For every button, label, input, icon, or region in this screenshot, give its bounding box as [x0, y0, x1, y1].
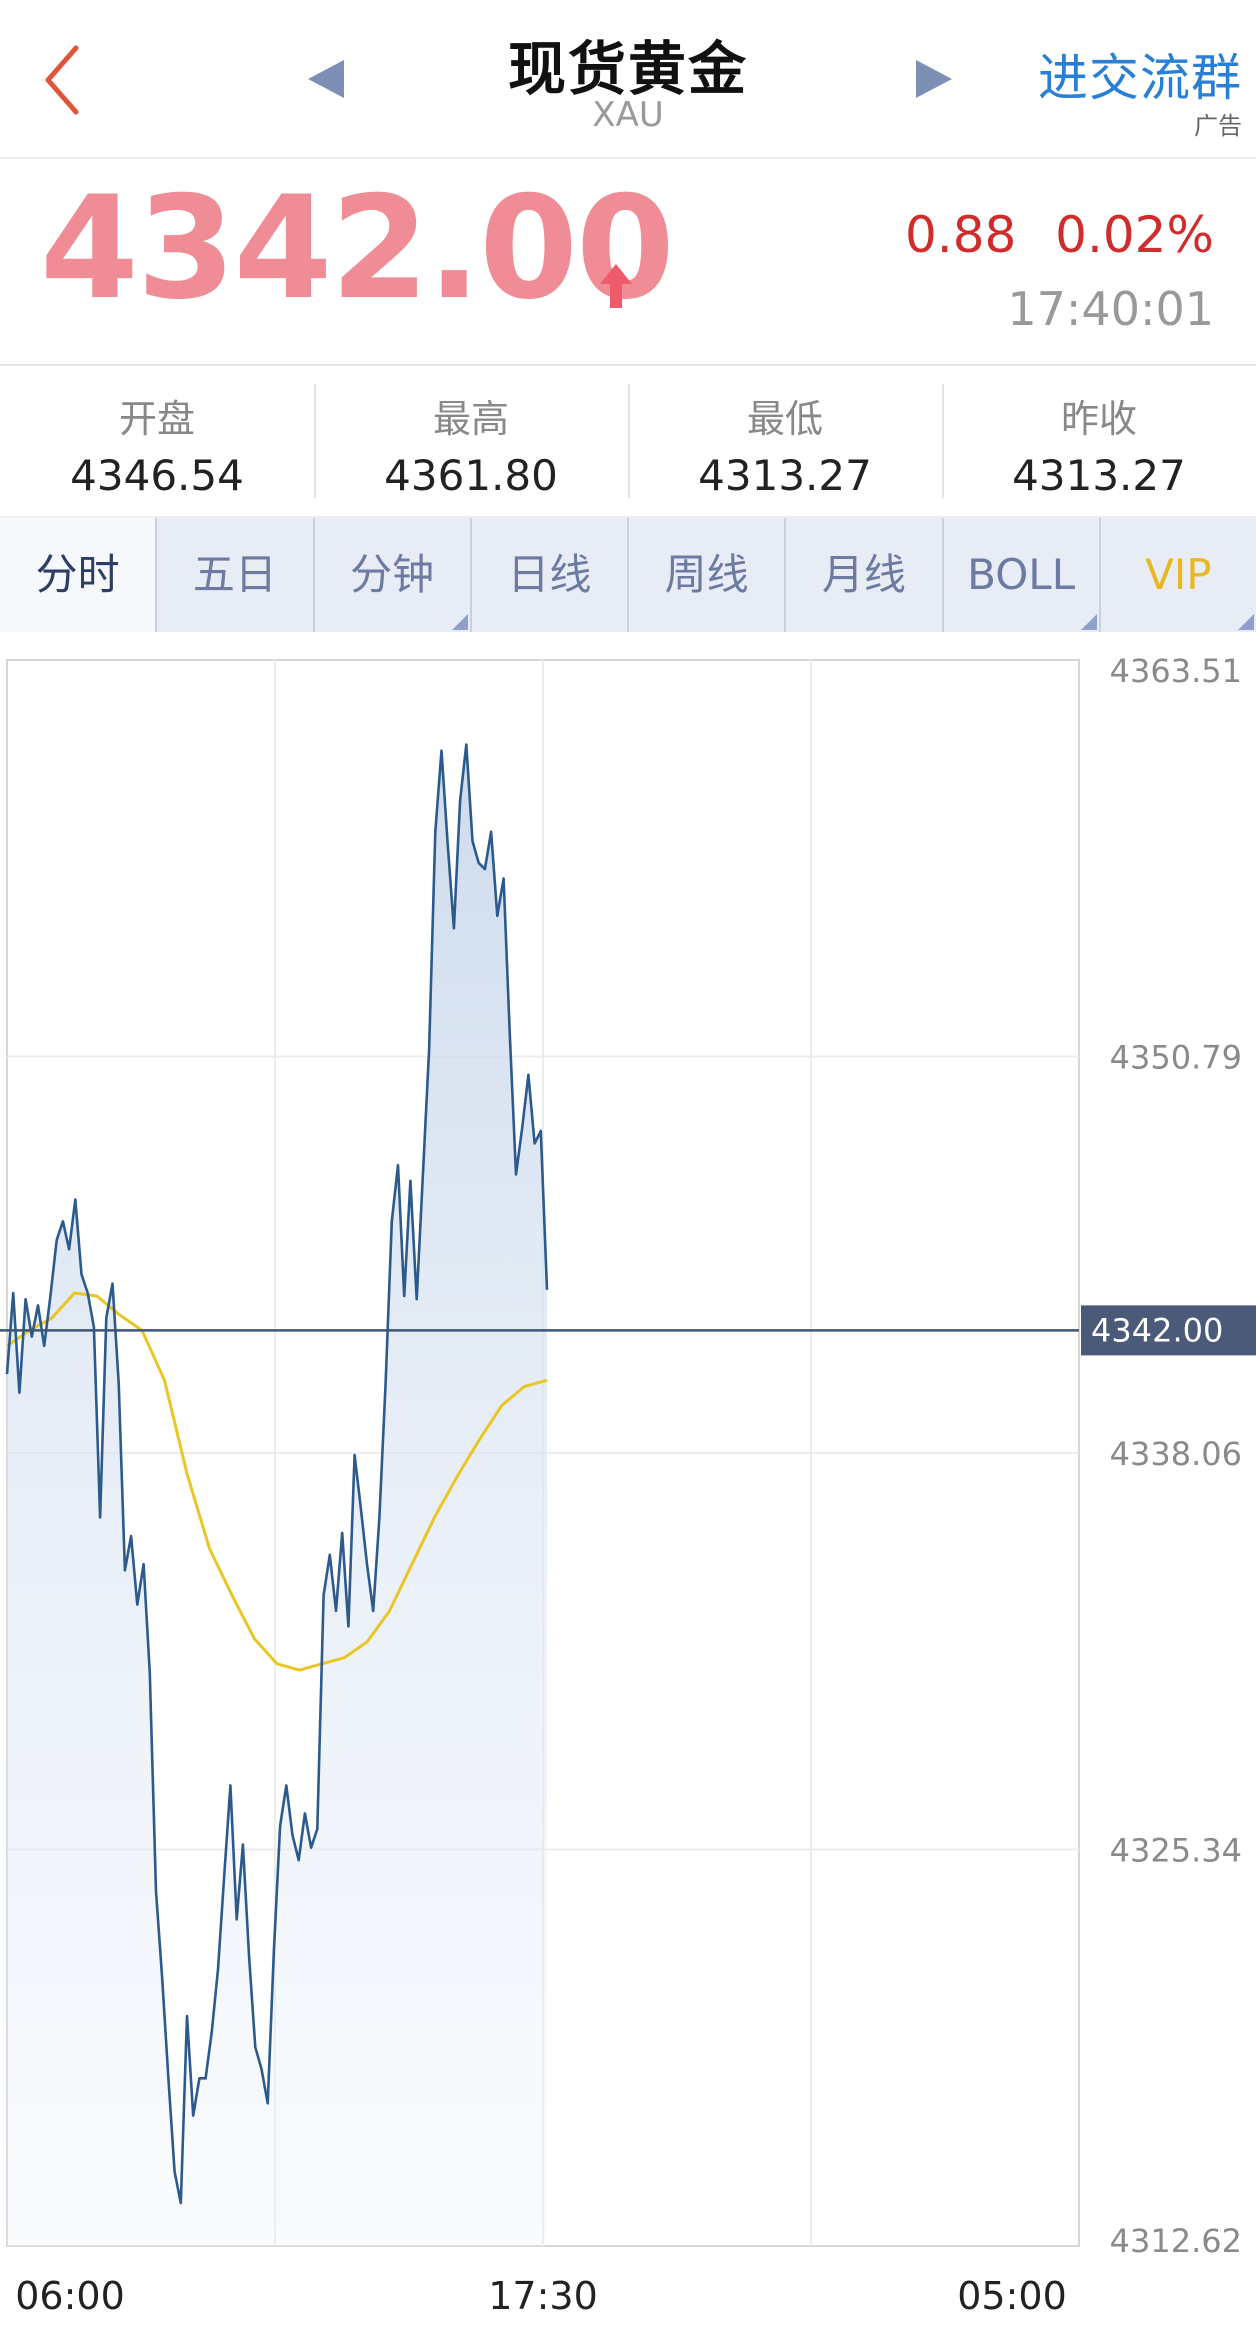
tab-minute[interactable]: 分钟: [312, 518, 470, 632]
price-change-percent: 0.02%: [1055, 206, 1214, 264]
tab-vip[interactable]: VIP: [1098, 518, 1256, 632]
y-tick-label: 4325.34: [1110, 1832, 1242, 1870]
up-arrow-icon: [600, 264, 632, 308]
tab-weekly[interactable]: 周线: [627, 518, 784, 632]
y-tick-label: 4363.51: [1110, 652, 1242, 690]
y-axis-ticks: 4363.51 4350.79 4338.06 4325.34 4312.62: [1110, 652, 1242, 2260]
current-price-label: 4342.00: [1091, 1311, 1223, 1349]
x-tick-label: 06:00: [15, 2274, 125, 2318]
stat-value: 4361.80: [384, 451, 558, 500]
intraday-chart[interactable]: 4342.00 4363.51 4350.79 4338.06 4325.34 4312…: [0, 632, 1256, 2352]
tab-five-day[interactable]: 五日: [155, 518, 312, 632]
price-change: 0.88: [905, 206, 1017, 264]
y-tick-label: 4338.06: [1110, 1435, 1242, 1473]
tab-boll[interactable]: BOLL: [941, 518, 1099, 632]
chart-tabs: 分时 五日 分钟 日线 周线 月线 BOLL VIP: [0, 518, 1256, 632]
stat-label: 昨收: [1060, 397, 1137, 441]
stat-prev-close: 昨收 4313.27: [942, 366, 1256, 516]
tab-monthly[interactable]: 月线: [784, 518, 941, 632]
stats-row: 开盘 4346.54 最高 4361.80 最低 4313.27 昨收 4313…: [0, 366, 1256, 518]
stat-label: 最低: [746, 397, 823, 441]
tab-daily[interactable]: 日线: [469, 518, 627, 632]
stat-low: 最低 4313.27: [628, 366, 942, 516]
join-group-link[interactable]: 进交流群: [1038, 38, 1242, 110]
x-axis-ticks: 06:00 17:30 05:00: [15, 2274, 1067, 2318]
stat-label: 开盘: [118, 397, 195, 441]
quote-time: 17:40:01: [1007, 282, 1214, 336]
current-price: 4342.00: [40, 166, 675, 331]
x-tick-label: 17:30: [488, 2274, 598, 2318]
stat-value: 4313.27: [1012, 451, 1186, 500]
stat-value: 4346.54: [70, 451, 244, 500]
ad-tag: 广告: [1194, 112, 1242, 140]
y-tick-label: 4350.79: [1110, 1039, 1242, 1077]
stat-open: 开盘 4346.54: [0, 366, 314, 516]
stat-value: 4313.27: [698, 451, 872, 500]
stat-high: 最高 4361.80: [314, 366, 628, 516]
x-tick-label: 05:00: [957, 2274, 1067, 2318]
y-tick-label: 4312.62: [1110, 2222, 1242, 2260]
stat-label: 最高: [432, 397, 509, 441]
tab-intraday[interactable]: 分时: [0, 518, 156, 632]
